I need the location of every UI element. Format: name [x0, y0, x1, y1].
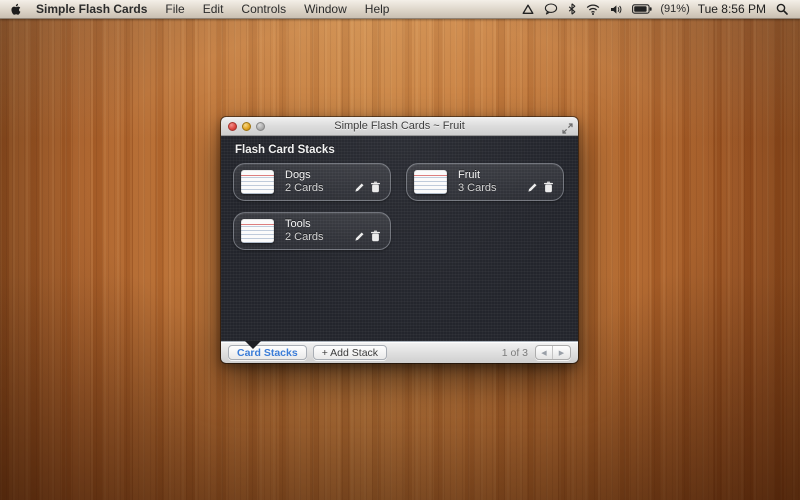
stack-count: 2 Cards: [285, 182, 324, 195]
card-stacks-button[interactable]: Card Stacks: [228, 345, 307, 360]
flashcard-icon: [414, 170, 447, 194]
spotlight-search-icon[interactable]: [774, 3, 790, 15]
flashcard-icon: [241, 219, 274, 243]
drive-icon[interactable]: [520, 4, 536, 15]
stacks-panel: Flash Card Stacks Dogs 2 Cards Fruit 3 C…: [221, 136, 578, 341]
stack-count: 2 Cards: [285, 231, 324, 244]
panel-heading: Flash Card Stacks: [221, 136, 578, 156]
stack-item-dogs[interactable]: Dogs 2 Cards: [233, 163, 391, 201]
menu-item-controls[interactable]: Controls: [232, 0, 295, 19]
stack-name: Dogs: [285, 169, 324, 182]
delete-icon[interactable]: [543, 181, 554, 193]
app-window: Simple Flash Cards ~ Fruit Flash Card St…: [221, 117, 578, 363]
bluetooth-icon[interactable]: [566, 3, 578, 15]
delete-icon[interactable]: [370, 181, 381, 193]
battery-percent: (91%): [660, 3, 689, 15]
menu-item-file[interactable]: File: [156, 0, 193, 19]
menu-item-app-name[interactable]: Simple Flash Cards: [27, 0, 156, 19]
bottom-toolbar: Card Stacks + Add Stack 1 of 3 ◀ ▶: [221, 341, 578, 363]
window-title: Simple Flash Cards ~ Fruit: [221, 120, 578, 132]
delete-icon[interactable]: [370, 230, 381, 242]
menu-item-help[interactable]: Help: [356, 0, 399, 19]
menu-bar: Simple Flash Cards File Edit Controls Wi…: [0, 0, 800, 19]
stack-name: Tools: [285, 218, 324, 231]
messages-icon[interactable]: [542, 3, 560, 15]
menu-item-edit[interactable]: Edit: [194, 0, 233, 19]
battery-icon[interactable]: [630, 4, 654, 14]
apple-icon: [10, 3, 21, 16]
close-button[interactable]: [228, 122, 237, 131]
add-stack-button[interactable]: + Add Stack: [313, 345, 387, 360]
edit-icon[interactable]: [527, 182, 538, 193]
edit-icon[interactable]: [354, 182, 365, 193]
selected-tab-pointer: [245, 341, 261, 349]
flashcard-icon: [241, 170, 274, 194]
stack-count: 3 Cards: [458, 182, 497, 195]
prev-page-button[interactable]: ◀: [536, 346, 553, 359]
zoom-button[interactable]: [256, 122, 265, 131]
stack-item-tools[interactable]: Tools 2 Cards: [233, 212, 391, 250]
apple-menu[interactable]: [10, 0, 27, 19]
stack-name: Fruit: [458, 169, 497, 182]
wifi-icon[interactable]: [584, 4, 602, 15]
volume-icon[interactable]: [608, 4, 624, 15]
stack-grid: Dogs 2 Cards Fruit 3 Cards: [233, 163, 564, 250]
next-page-button[interactable]: ▶: [553, 346, 570, 359]
menu-clock[interactable]: Tue 8:56 PM: [696, 2, 768, 16]
window-titlebar[interactable]: Simple Flash Cards ~ Fruit: [221, 117, 578, 136]
minimize-button[interactable]: [242, 122, 251, 131]
edit-icon[interactable]: [354, 231, 365, 242]
stack-item-fruit[interactable]: Fruit 3 Cards: [406, 163, 564, 201]
menu-item-window[interactable]: Window: [295, 0, 356, 19]
pager-control: ◀ ▶: [535, 345, 571, 360]
pager-text: 1 of 3: [502, 347, 528, 359]
